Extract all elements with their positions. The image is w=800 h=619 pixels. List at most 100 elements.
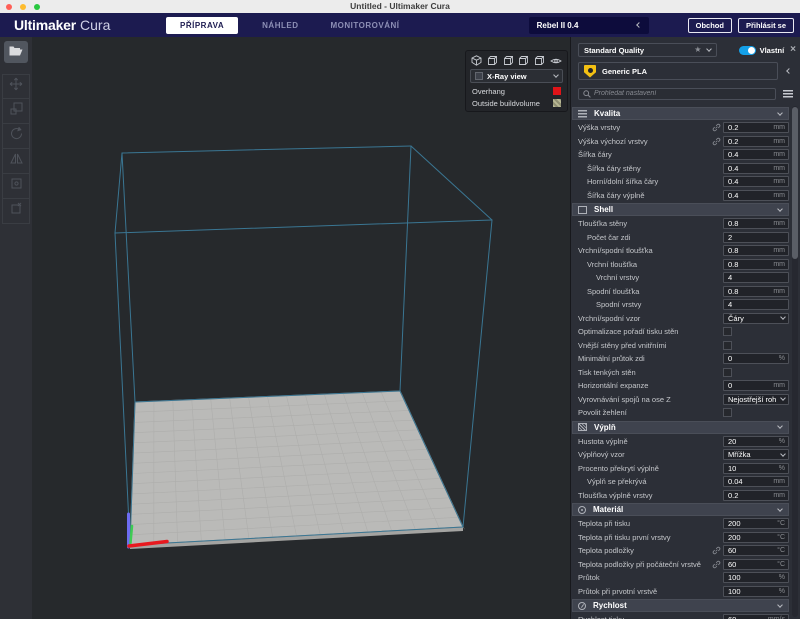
view-mode-dropdown[interactable]: X-Ray view [470,69,563,83]
setting-checkbox[interactable] [723,341,732,350]
material-color-icon [584,65,596,78]
left-view-icon[interactable] [518,55,529,66]
mirror-tool-icon [10,152,23,170]
setting-label: Vrchní/spodní vzor [578,314,710,323]
setting-value-field[interactable]: 2 [723,232,789,243]
setting-value-field[interactable]: 0.8mm [723,259,789,270]
setting-value-field[interactable]: 0.4mm [723,176,789,187]
settings-list: KvalitaVýška vrstvy0.2mmVýška výchozí vr… [571,106,800,619]
setting-value-field[interactable]: 60°C [723,545,789,556]
marketplace-button[interactable]: Obchod [688,18,732,33]
setting-row: Procento překrytí výplně10% [571,462,789,476]
setting-value-field[interactable]: 0.8mm [723,286,789,297]
printer-name: Rebel II 0.4 [537,21,637,30]
setting-value-field[interactable]: 0.2mm [723,490,789,501]
setting-value-field[interactable]: 10% [723,463,789,474]
front-view-icon[interactable] [487,55,498,66]
profile-dropdown[interactable]: Standard Quality ★ [578,43,717,57]
setting-value-field[interactable]: 200°C [723,518,789,529]
setting-row: Vrchní tloušťka0.8mm [571,258,789,272]
section-header-material[interactable]: Materiál [572,503,789,516]
star-icon[interactable]: ★ [694,46,701,54]
setting-select[interactable]: Nejostřejší roh [723,394,789,405]
close-window-button[interactable] [6,4,12,10]
setting-value-field[interactable]: 0.04mm [723,476,789,487]
build-volume-scene [32,37,570,619]
setting-value-field[interactable]: 60°C [723,559,789,570]
setting-row: Šířka čáry výplně0.4mm [571,189,789,203]
setting-value-field[interactable]: 0.4mm [723,190,789,201]
setting-value-field[interactable]: 0.4mm [723,149,789,160]
setting-select[interactable]: Čáry [723,313,789,324]
setting-value-field[interactable]: 0.2mm [723,122,789,133]
printer-selector[interactable]: Rebel II 0.4 [529,17,649,34]
setting-label: Výška vrstvy [578,123,710,132]
setting-label: Rychlost tisku [578,615,710,619]
settings-menu-icon[interactable] [783,90,793,98]
scale-tool-button[interactable] [2,99,30,124]
xray-view-icon[interactable] [550,57,562,65]
open-file-button[interactable] [4,41,28,63]
support-blocker-button[interactable] [2,199,30,224]
material-selector[interactable]: Generic PLA [578,62,778,80]
setting-value-field[interactable]: 20% [723,436,789,447]
close-panel-icon[interactable]: × [790,45,796,55]
setting-value-field[interactable]: 4 [723,299,789,310]
setting-row: Průtok 100% [571,571,789,585]
setting-value-field[interactable]: 100% [723,586,789,597]
rotate-tool-button[interactable] [2,124,30,149]
chevron-down-icon [777,206,783,212]
custom-settings-toggle[interactable] [739,46,755,55]
overhang-color-swatch [553,87,561,95]
app-header: Ultimaker Cura PŘÍPRAVA NÁHLED MONITOROV… [0,13,800,37]
search-input[interactable] [594,90,771,97]
setting-value-field[interactable]: 4 [723,272,789,283]
sign-in-button[interactable]: Přihlásit se [738,18,794,33]
setting-value-field[interactable]: 0.8mm [723,218,789,229]
setting-label: Průtok [578,573,710,582]
scrollbar-thumb[interactable] [792,107,798,259]
setting-value-field[interactable]: 0% [723,353,789,364]
right-view-icon[interactable] [534,55,545,66]
search-icon [583,85,591,103]
viewport-3d[interactable]: X-Ray view Overhang Outside buildvolume [32,37,570,619]
minimize-window-button[interactable] [20,4,26,10]
settings-scrollbar[interactable] [792,106,798,617]
setting-value-field[interactable]: 0mm [723,380,789,391]
setting-row: Průtok při prvotní vrstvě100% [571,585,789,599]
section-header-infill[interactable]: Výplň [572,421,789,434]
zoom-window-button[interactable] [34,4,40,10]
setting-select[interactable]: Mřížka [723,449,789,460]
setting-value-field[interactable]: 60mm/s [723,614,789,619]
section-header-shell[interactable]: Shell [572,203,789,216]
setting-value-field[interactable]: 200°C [723,532,789,543]
linked-setting-icon [710,123,723,132]
move-tool-button[interactable] [2,74,30,99]
setting-row: Výplň se překrývá0.04mm [571,475,789,489]
setting-row: Šířka čáry0.4mm [571,148,789,162]
setting-value-field[interactable]: 0.4mm [723,163,789,174]
setting-label: Vyrovnávání spojů na ose Z [578,395,710,404]
setting-label: Vrchní vrstvy [578,273,710,282]
material-icon [578,506,586,514]
left-toolbar [0,37,32,619]
setting-checkbox[interactable] [723,327,732,336]
setting-checkbox[interactable] [723,368,732,377]
ultimaker-cura-logo: Ultimaker Cura [14,17,166,33]
setting-value-field[interactable]: 0.2mm [723,136,789,147]
section-header-quality[interactable]: Kvalita [572,107,789,120]
tab-prepare[interactable]: PŘÍPRAVA [166,17,238,34]
top-view-icon[interactable] [503,55,514,66]
setting-value-field[interactable]: 0.8mm [723,245,789,256]
solid-view-icon[interactable] [471,55,482,66]
mirror-tool-button[interactable] [2,149,30,174]
tab-preview[interactable]: NÁHLED [254,17,306,34]
settings-search[interactable] [578,88,776,100]
setting-checkbox[interactable] [723,408,732,417]
per-model-settings-button[interactable] [2,174,30,199]
collapse-chevron-icon[interactable] [786,68,792,74]
section-header-speed[interactable]: Rychlost [572,599,789,612]
tab-monitor[interactable]: MONITOROVÁNÍ [323,17,408,34]
setting-value-field[interactable]: 100% [723,572,789,583]
legend-overhang: Overhang [466,85,567,97]
